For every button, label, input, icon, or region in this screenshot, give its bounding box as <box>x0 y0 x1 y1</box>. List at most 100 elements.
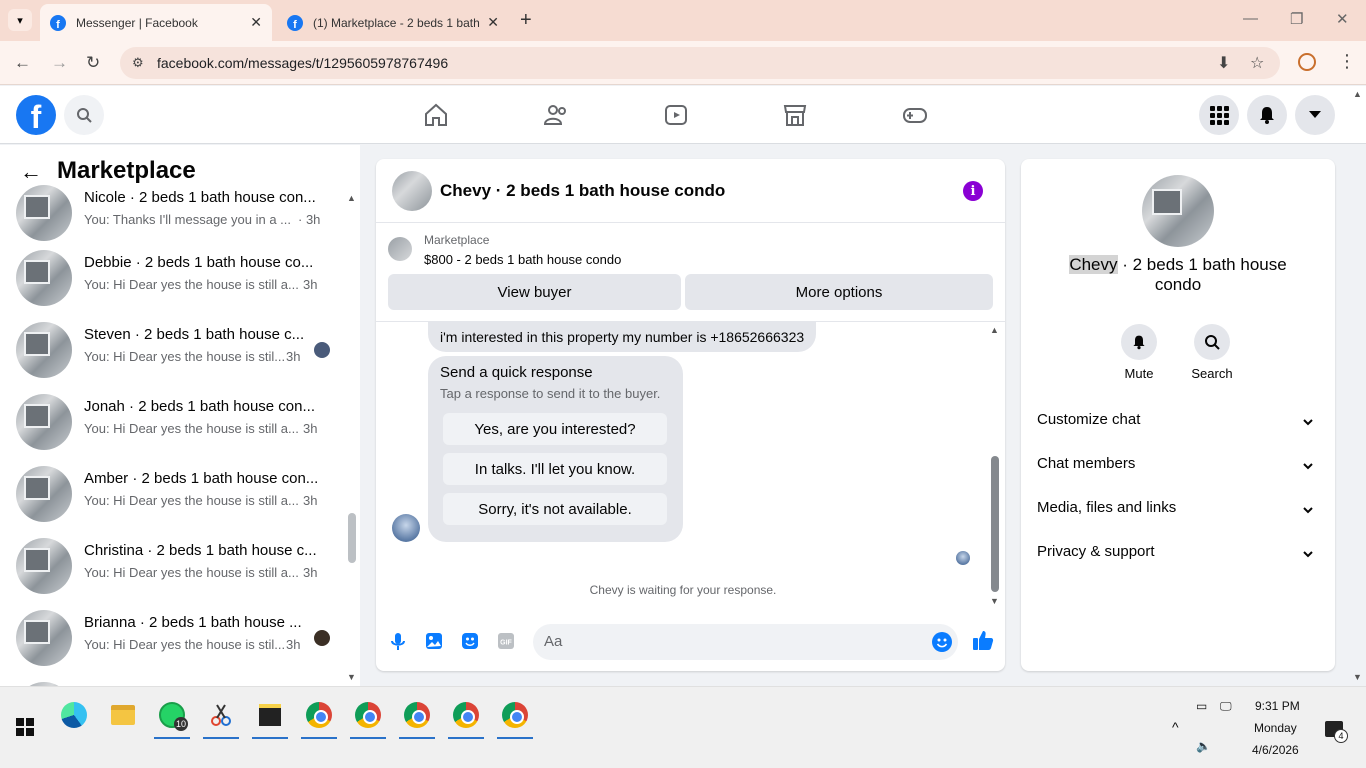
quick-response-button[interactable]: In talks. I'll let you know. <box>443 453 667 485</box>
buyer-avatar[interactable] <box>392 514 420 542</box>
message-input[interactable]: Aa <box>533 624 958 660</box>
chat-members-section[interactable]: Chat members <box>1037 455 1319 479</box>
clock-day[interactable]: Monday <box>1254 721 1297 735</box>
snipping-tool-icon[interactable] <box>201 695 241 739</box>
notification-center-icon[interactable]: 4 <box>1314 709 1354 749</box>
scroll-up-arrow[interactable]: ▲ <box>990 325 999 335</box>
minimize-icon[interactable]: — <box>1243 10 1258 27</box>
video-icon[interactable] <box>663 102 689 128</box>
marketplace-icon[interactable] <box>782 102 808 128</box>
view-buyer-button[interactable]: View buyer <box>388 274 681 310</box>
facebook-logo[interactable]: f <box>16 95 56 135</box>
friends-icon[interactable] <box>543 102 569 128</box>
conversation-item[interactable]: Jonah · 2 beds 1 bath house con... You: … <box>16 394 346 466</box>
microphone-icon[interactable] <box>388 631 408 651</box>
media-files-links-section[interactable]: Media, files and links <box>1037 499 1319 523</box>
scroll-down-arrow[interactable]: ▼ <box>990 596 999 606</box>
conversation-preview: You: Hi Dear yes the house is still a... <box>84 493 299 508</box>
listing-name: · 2 beds 1 bath house condo <box>1117 255 1287 294</box>
bookmark-star-icon[interactable]: ☆ <box>1250 53 1264 73</box>
chrome-profile-icon[interactable] <box>397 695 437 739</box>
conversation-item[interactable]: Steven · 2 beds 1 bath house c... You: H… <box>16 322 346 394</box>
tab-title: (1) Marketplace - 2 beds 1 bath <box>313 15 480 30</box>
tab-search-button[interactable]: ▾ <box>8 9 32 31</box>
chat-title[interactable]: Chevy · 2 beds 1 bath house condo <box>440 181 725 201</box>
battery-icon[interactable]: ▭ <box>1196 699 1207 713</box>
sticker-icon[interactable] <box>460 631 480 651</box>
more-options-button[interactable]: More options <box>685 274 993 310</box>
quick-response-subtitle: Tap a response to send it to the buyer. <box>440 386 661 401</box>
chrome-profile-icon[interactable] <box>446 695 486 739</box>
page-scroll-up-arrow[interactable]: ▲ <box>1353 89 1362 99</box>
scroll-up-arrow[interactable]: ▲ <box>347 193 356 203</box>
sticky-notes-icon[interactable] <box>250 695 290 739</box>
emoji-icon[interactable] <box>932 632 952 652</box>
close-tab-icon[interactable]: ✕ <box>487 14 499 31</box>
restore-icon[interactable]: ❐ <box>1290 10 1303 28</box>
chrome-profile-icon[interactable] <box>299 695 339 739</box>
listing-avatar[interactable] <box>1142 175 1214 247</box>
browser-menu-icon[interactable]: ⋮ <box>1338 51 1356 72</box>
windows-start-icon[interactable] <box>5 707 45 747</box>
tab-marketplace[interactable]: f (1) Marketplace - 2 beds 1 bath ✕ <box>277 4 509 41</box>
page-scroll-down-arrow[interactable]: ▼ <box>1353 672 1362 682</box>
facebook-top-nav: f <box>0 86 1366 144</box>
whatsapp-badge: 10 <box>173 717 188 731</box>
address-bar[interactable]: ⚙ facebook.com/messages/t/12956059787674… <box>120 47 1280 79</box>
back-icon[interactable]: ← <box>14 53 31 73</box>
clock-time[interactable]: 9:31 PM <box>1255 699 1300 713</box>
profile-icon[interactable] <box>1298 53 1316 71</box>
forward-icon[interactable]: → <box>51 53 68 73</box>
conversation-item[interactable]: Debbie · 2 beds 1 bath house co... You: … <box>16 250 346 322</box>
photo-icon[interactable] <box>424 631 444 651</box>
chat-panel: Chevy · 2 beds 1 bath house condo i Mark… <box>376 159 1005 671</box>
network-icon[interactable]: 🖵 <box>1220 699 1232 714</box>
privacy-support-section[interactable]: Privacy & support <box>1037 543 1319 567</box>
chevron-down-icon <box>1303 413 1313 430</box>
conversation-item[interactable]: Christina · 2 beds 1 bath house c... You… <box>16 538 346 610</box>
menu-grid-icon[interactable] <box>1199 95 1239 135</box>
like-thumb-icon[interactable] <box>972 629 994 651</box>
listing-thumbnail <box>16 322 72 378</box>
customize-chat-section[interactable]: Customize chat <box>1037 411 1319 435</box>
reload-icon[interactable]: ↻ <box>86 53 100 73</box>
notifications-bell-icon[interactable] <box>1247 95 1287 135</box>
account-dropdown-icon[interactable] <box>1295 95 1335 135</box>
close-tab-icon[interactable]: ✕ <box>250 14 262 31</box>
tab-messenger[interactable]: f Messenger | Facebook ✕ <box>40 4 272 41</box>
edge-icon[interactable] <box>54 695 94 735</box>
search-in-chat-button[interactable]: Search <box>1187 324 1237 381</box>
install-app-icon[interactable]: ⬇ <box>1217 53 1230 73</box>
info-icon[interactable]: i <box>963 181 983 201</box>
scrollbar-thumb[interactable] <box>991 456 999 592</box>
conversation-preview: You: Thanks I'll message you in a ... <box>84 212 291 227</box>
gif-icon[interactable]: GIF <box>496 631 516 651</box>
site-info-icon[interactable]: ⚙ <box>132 55 144 71</box>
back-arrow-icon[interactable]: ← <box>20 159 42 185</box>
quick-response-button[interactable]: Yes, are you interested? <box>443 413 667 445</box>
home-icon[interactable] <box>423 102 449 128</box>
volume-icon[interactable]: 🔈 <box>1196 739 1211 753</box>
search-icon[interactable] <box>64 95 104 135</box>
file-explorer-icon[interactable] <box>103 695 143 735</box>
mute-button[interactable]: Mute <box>1114 324 1164 381</box>
close-window-icon[interactable]: ✕ <box>1336 10 1349 28</box>
gaming-icon[interactable] <box>902 102 928 128</box>
facebook-favicon-icon: f <box>50 14 66 31</box>
whatsapp-icon[interactable]: 10 <box>152 695 192 739</box>
scrollbar-thumb[interactable] <box>348 513 356 563</box>
quick-response-button[interactable]: Sorry, it's not available. <box>443 493 667 525</box>
conversation-item[interactable]: Nicole · 2 beds 1 bath house con... You:… <box>16 185 346 257</box>
url-text[interactable]: facebook.com/messages/t/1295605978767496 <box>157 55 448 71</box>
conversation-time: 3h <box>286 349 301 364</box>
show-hidden-icons-icon[interactable]: ^ <box>1172 719 1179 735</box>
chrome-profile-icon[interactable] <box>348 695 388 739</box>
new-tab-button[interactable]: + <box>520 9 532 32</box>
clock-date[interactable]: 4/6/2026 <box>1252 743 1299 757</box>
conversation-item[interactable]: Amber · 2 beds 1 bath house con... You: … <box>16 466 346 538</box>
scroll-down-arrow[interactable]: ▼ <box>347 672 356 682</box>
conversation-item[interactable]: Brianna · 2 beds 1 bath house ... You: H… <box>16 610 346 682</box>
chevron-down-icon <box>1303 501 1313 518</box>
listing-avatar[interactable] <box>392 171 432 211</box>
chrome-profile-icon[interactable] <box>495 695 535 739</box>
